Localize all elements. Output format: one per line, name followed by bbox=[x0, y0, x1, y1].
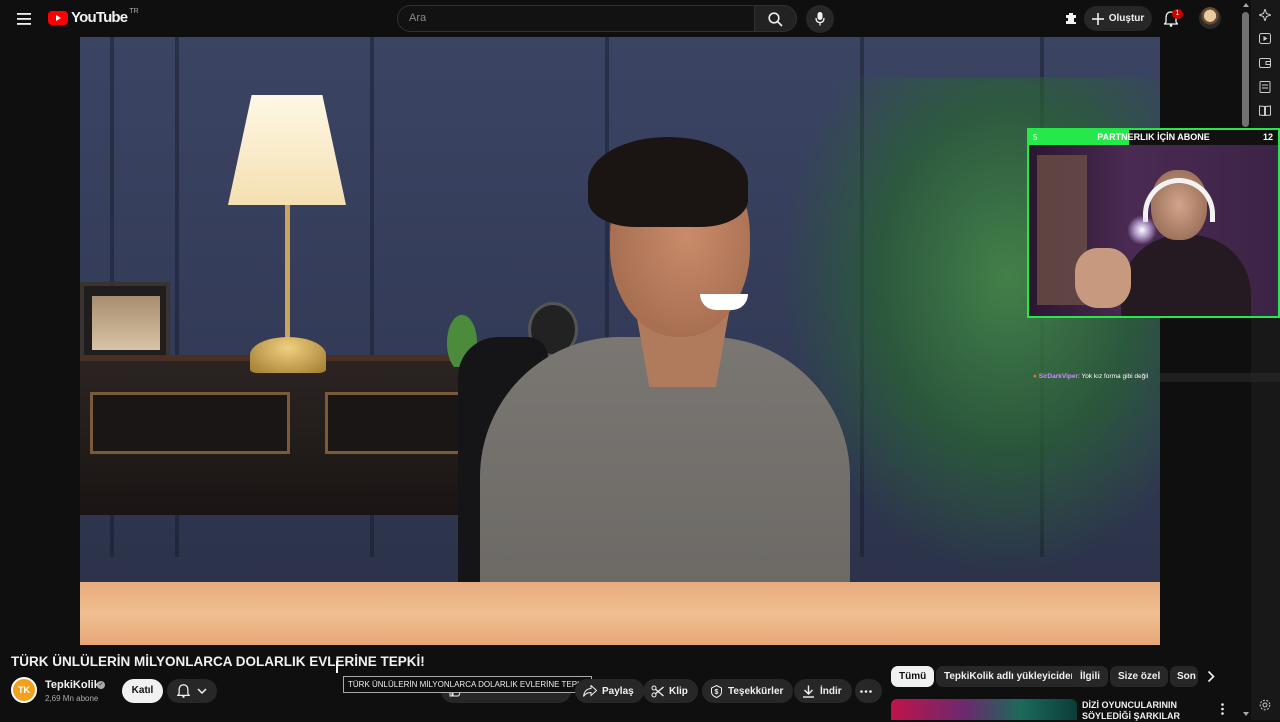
chip-all[interactable]: Tümü bbox=[891, 666, 935, 687]
desk-drawer bbox=[325, 392, 475, 454]
voice-search-button[interactable] bbox=[806, 5, 834, 33]
chat-text: : Yok kız forma gibi değil bbox=[1078, 373, 1149, 380]
scroll-up-arrow[interactable] bbox=[1243, 3, 1249, 7]
microphone-icon bbox=[815, 12, 825, 26]
sparkle-icon[interactable] bbox=[1259, 9, 1271, 21]
share-icon bbox=[583, 685, 597, 697]
share-button[interactable]: Paylaş bbox=[575, 679, 644, 703]
chip-from-uploader[interactable]: TepkiKolik adlı yükleyiciden bbox=[936, 666, 1085, 687]
desk-drawer bbox=[90, 392, 290, 454]
verified-check-icon: ✓ bbox=[97, 681, 105, 689]
chevron-right-icon bbox=[1207, 670, 1215, 683]
scissors-icon bbox=[651, 685, 664, 697]
download-label: İndir bbox=[820, 685, 842, 697]
title-tooltip: TÜRK ÜNLÜLERİN MİLYONLARCA DOLARLIK EVLE… bbox=[343, 676, 592, 693]
chip-related[interactable]: İlgili bbox=[1072, 666, 1108, 687]
more-vertical-icon bbox=[1221, 703, 1224, 715]
more-actions-button[interactable] bbox=[855, 679, 882, 703]
goal-target: 12 bbox=[1262, 132, 1273, 142]
svg-text:$: $ bbox=[715, 689, 719, 696]
chips-next-button[interactable] bbox=[1207, 670, 1215, 688]
video-player[interactable] bbox=[80, 37, 1160, 645]
chip-recent[interactable]: Son bbox=[1170, 666, 1198, 687]
bell-icon bbox=[176, 684, 190, 698]
person-hair bbox=[588, 137, 748, 227]
overlay-strip bbox=[1160, 373, 1280, 382]
youtube-play-icon bbox=[48, 10, 68, 25]
chevron-down-icon bbox=[197, 688, 207, 694]
search-icon bbox=[768, 12, 783, 27]
settings-gear-icon[interactable] bbox=[1259, 699, 1271, 711]
account-avatar[interactable] bbox=[1199, 7, 1221, 29]
plus-icon bbox=[1091, 12, 1104, 25]
channel-name[interactable]: TepkiKolik bbox=[45, 679, 100, 691]
thanks-button[interactable]: $ Teşekkürler bbox=[702, 679, 794, 703]
reading-icon[interactable] bbox=[1259, 105, 1271, 116]
logo-country-code: TR bbox=[129, 8, 139, 15]
chat-message: ● SirDarkViper: Yok kız forma gibi değil bbox=[1033, 373, 1148, 380]
recommended-video-title[interactable]: DİZİ OYUNCULARININ SÖYLEDİĞİ ŞARKILAR bbox=[1082, 700, 1202, 722]
webcam-overlay: 5 PARTNERLIK İÇİN ABONE 12 bbox=[1027, 128, 1280, 318]
webcam-body bbox=[1121, 235, 1251, 316]
mic-light bbox=[1127, 215, 1157, 245]
download-icon bbox=[803, 685, 814, 698]
recommended-video-thumbnail[interactable] bbox=[891, 699, 1077, 720]
notification-badge: 1 bbox=[1172, 9, 1183, 19]
picture-frame bbox=[80, 282, 170, 362]
wallet-icon[interactable] bbox=[1259, 57, 1271, 68]
media-icon[interactable] bbox=[1259, 33, 1271, 44]
thanks-label: Teşekkürler bbox=[728, 685, 784, 697]
share-label: Paylaş bbox=[602, 685, 634, 697]
clip-button[interactable]: Klip bbox=[643, 679, 698, 703]
extension-icon[interactable] bbox=[1062, 9, 1080, 27]
search-button[interactable] bbox=[755, 5, 797, 32]
more-horizontal-icon bbox=[860, 689, 872, 693]
subscriber-goal-bar: 5 PARTNERLIK İÇİN ABONE 12 bbox=[1029, 130, 1278, 145]
recommended-more-button[interactable] bbox=[1221, 702, 1224, 720]
webcam-hand bbox=[1075, 248, 1131, 308]
channel-avatar[interactable]: TK bbox=[11, 677, 37, 703]
lamp-base bbox=[250, 337, 326, 373]
logo-text: YouTube bbox=[71, 9, 128, 26]
subscription-bell-button[interactable] bbox=[167, 679, 217, 703]
menu-icon[interactable] bbox=[14, 9, 34, 29]
chat-username: SirDarkViper bbox=[1038, 373, 1079, 380]
table-top bbox=[80, 582, 1160, 645]
browser-side-panel bbox=[1251, 0, 1280, 720]
search-input[interactable]: Ara bbox=[397, 5, 755, 32]
lamp-stem bbox=[285, 205, 290, 345]
bookmark-list-icon[interactable] bbox=[1259, 81, 1271, 93]
masthead: YouTube TR Ara Oluştur 1 bbox=[0, 0, 1248, 37]
scroll-down-arrow[interactable] bbox=[1243, 712, 1249, 716]
create-label: Oluştur bbox=[1108, 13, 1145, 24]
scrollbar-thumb[interactable] bbox=[1242, 12, 1249, 127]
join-button[interactable]: Katıl bbox=[122, 679, 163, 703]
chip-for-you[interactable]: Size özel bbox=[1110, 666, 1169, 687]
create-button[interactable]: Oluştur bbox=[1084, 6, 1152, 31]
goal-label: PARTNERLIK İÇİN ABONE bbox=[1097, 132, 1210, 142]
youtube-logo[interactable]: YouTube TR bbox=[48, 8, 139, 26]
clip-label: Klip bbox=[669, 685, 688, 697]
subscriber-count: 2,69 Mn abone bbox=[45, 694, 99, 703]
text-cursor bbox=[336, 661, 338, 673]
super-thanks-icon: $ bbox=[711, 684, 722, 698]
fire-icon: ● bbox=[1033, 373, 1037, 380]
download-button[interactable]: İndir bbox=[794, 679, 852, 703]
video-title: TÜRK ÜNLÜLERİN MİLYONLARCA DOLARLIK EVLE… bbox=[11, 654, 425, 669]
